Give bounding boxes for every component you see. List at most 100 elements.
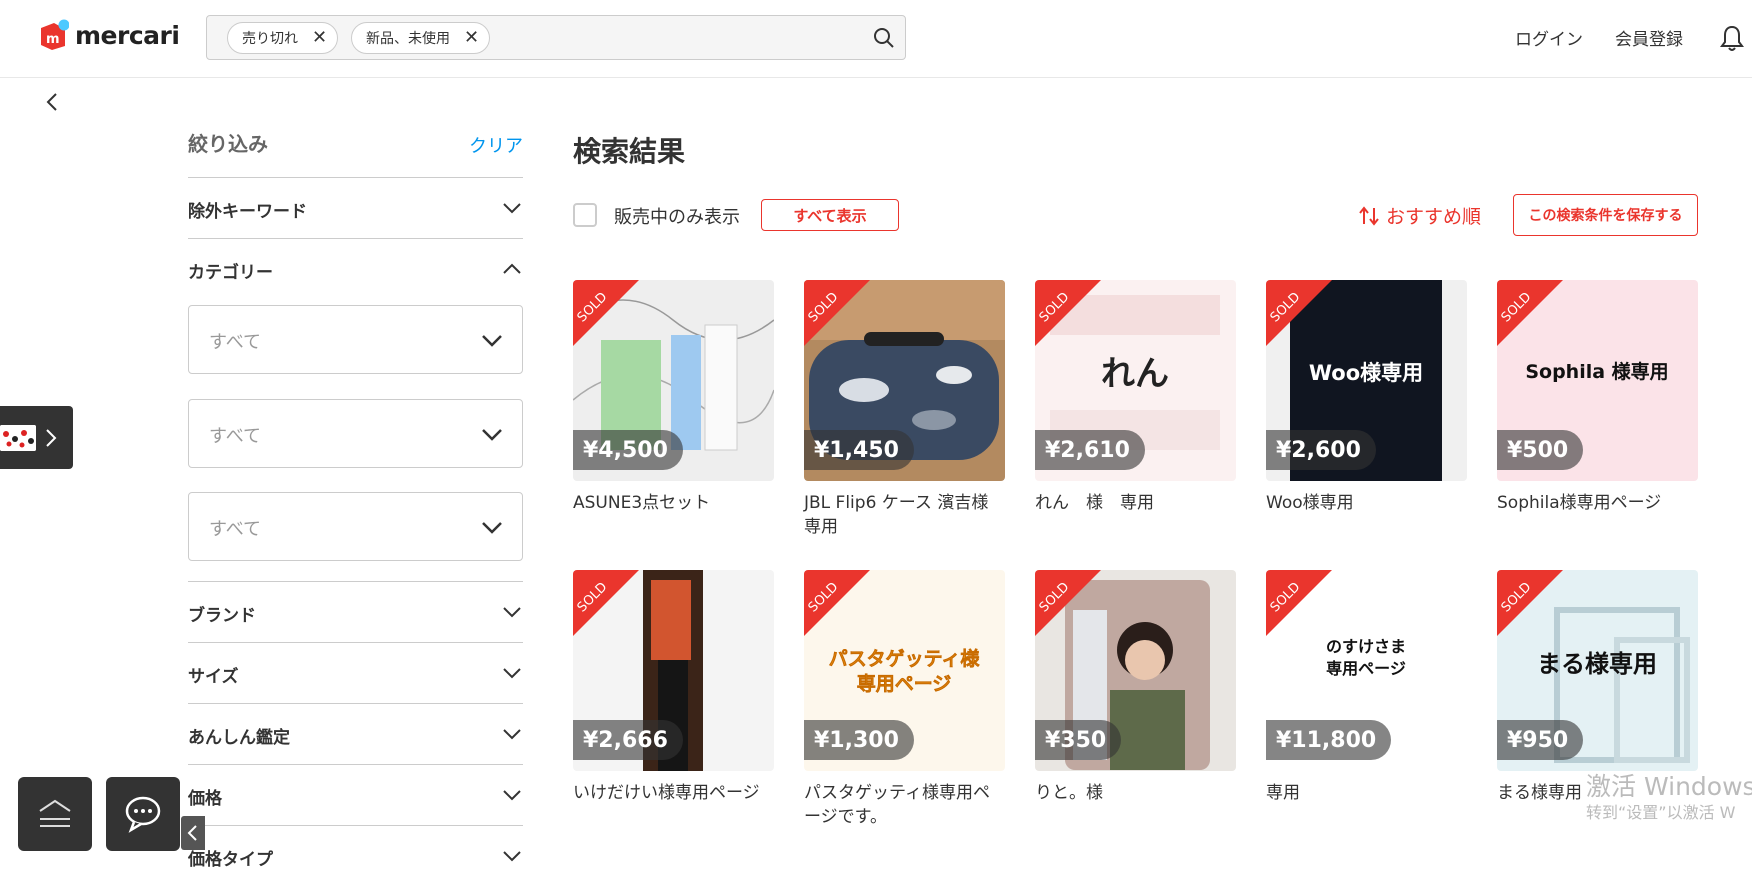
category-select-3[interactable]: すべて — [188, 492, 523, 561]
filter-label: 除外キーワード — [188, 202, 307, 222]
item-card[interactable]: のすけさま 専用ページ SOLD ¥11,800 専用 — [1266, 570, 1467, 805]
item-thumbnail[interactable]: SOLD ¥1,450 — [804, 280, 1005, 481]
svg-text:まる様専用: まる様専用 — [1537, 650, 1657, 678]
chevron-down-icon — [503, 203, 521, 214]
sort-label: おすすめ順 — [1386, 206, 1482, 228]
collapse-button[interactable] — [181, 816, 205, 850]
item-thumbnail[interactable]: パスタゲッティ様 専用ページ SOLD ¥1,300 — [804, 570, 1005, 771]
sold-badge: SOLD — [804, 280, 870, 346]
svg-text:専用ページ: 専用ページ — [857, 673, 952, 695]
item-title[interactable]: Woo様専用 — [1266, 491, 1467, 515]
item-card[interactable]: Sophila 様専用 SOLD ¥500 Sophila様専用ページ — [1497, 280, 1698, 515]
search-icon[interactable] — [873, 27, 895, 49]
select-value: すべて — [209, 519, 262, 540]
watermark-line1: 激活 Windows — [1586, 772, 1752, 801]
sold-badge: SOLD — [573, 570, 639, 636]
menu-icon — [39, 799, 71, 827]
svg-text:m: m — [46, 32, 60, 47]
scroll-top-button[interactable] — [18, 777, 92, 851]
search-chip-new[interactable]: 新品、未使用 ✕ — [351, 22, 491, 54]
item-title[interactable]: 専用 — [1266, 781, 1467, 805]
item-thumbnail[interactable]: SOLD ¥4,500 — [573, 280, 774, 481]
chevron-down-icon — [503, 790, 521, 801]
sold-badge: SOLD — [1035, 570, 1101, 636]
page-title: 検索結果 — [573, 135, 686, 168]
on-sale-only-label[interactable]: 販売中のみ表示 — [614, 203, 740, 229]
item-title[interactable]: ASUNE3点セット — [573, 491, 774, 515]
bell-icon[interactable] — [1719, 24, 1745, 52]
mercari-logo[interactable]: m mercari — [37, 19, 180, 52]
item-card[interactable]: まる様専用 SOLD ¥950 まる様専用 — [1497, 570, 1698, 805]
recently-viewed-tab[interactable] — [0, 406, 73, 469]
item-thumbnail[interactable]: のすけさま 専用ページ SOLD ¥11,800 — [1266, 570, 1467, 771]
on-sale-only-checkbox[interactable] — [573, 203, 597, 227]
item-price: ¥2,610 — [1035, 430, 1145, 470]
filter-label: ブランド — [188, 606, 256, 626]
item-title[interactable]: れん 様 専用 — [1035, 491, 1236, 515]
filter-category[interactable]: カテゴリー — [188, 238, 523, 299]
save-search-button[interactable]: この検索条件を保存する — [1513, 194, 1698, 236]
category-select-2[interactable]: すべて — [188, 399, 523, 468]
search-chip-sold-out[interactable]: 売り切れ ✕ — [227, 22, 339, 54]
item-card[interactable]: れん SOLD ¥2,610 れん 様 専用 — [1035, 280, 1236, 515]
sold-badge: SOLD — [1266, 570, 1332, 636]
item-price: ¥11,800 — [1266, 720, 1392, 760]
close-icon[interactable]: ✕ — [464, 29, 479, 47]
close-icon[interactable]: ✕ — [312, 29, 327, 47]
chevron-down-icon — [503, 607, 521, 618]
item-price: ¥1,450 — [804, 430, 914, 470]
chevron-down-icon — [503, 851, 521, 862]
item-card[interactable]: パスタゲッティ様 専用ページ SOLD ¥1,300 パスタゲッティ様専用ページです。 — [804, 570, 1005, 829]
show-all-button[interactable]: すべて表示 — [761, 199, 899, 231]
item-price: ¥1,300 — [804, 720, 914, 760]
item-title[interactable]: いけだけい様専用ページ — [573, 781, 774, 805]
item-title[interactable]: Sophila様専用ページ — [1497, 491, 1698, 515]
item-thumbnail[interactable]: Sophila 様専用 SOLD ¥500 — [1497, 280, 1698, 481]
sold-badge: SOLD — [1035, 280, 1101, 346]
filter-title: 絞り込み — [188, 132, 268, 156]
windows-activation-watermark: 激活 Windows 转到“设置”以激活 W — [1586, 772, 1752, 824]
sort-dropdown[interactable]: おすすめ順 — [1358, 202, 1481, 229]
svg-text:Sophila 様専用: Sophila 様専用 — [1525, 360, 1668, 383]
back-chevron-icon[interactable] — [44, 90, 62, 114]
item-card[interactable]: SOLD ¥350 りと。様 — [1035, 570, 1236, 805]
filter-brand[interactable]: ブランド — [188, 581, 523, 642]
chat-button[interactable] — [106, 777, 180, 851]
item-title[interactable]: パスタゲッティ様専用ページです。 — [804, 781, 1005, 829]
item-thumbnail[interactable]: まる様専用 SOLD ¥950 — [1497, 570, 1698, 771]
item-thumbnail[interactable]: Woo様専用 SOLD ¥2,600 — [1266, 280, 1467, 481]
search-bar[interactable]: 売り切れ ✕ 新品、未使用 ✕ — [206, 15, 906, 60]
filter-size[interactable]: サイズ — [188, 642, 523, 703]
item-price: ¥350 — [1035, 720, 1122, 760]
svg-text:Woo様専用: Woo様専用 — [1309, 361, 1423, 385]
item-thumbnail[interactable]: れん SOLD ¥2,610 — [1035, 280, 1236, 481]
chevron-right-icon — [46, 429, 57, 447]
site-header: m mercari 売り切れ ✕ 新品、未使用 ✕ ログイン 会員登録 — [0, 0, 1752, 78]
sort-icon — [1359, 205, 1379, 226]
sold-badge: SOLD — [1497, 570, 1563, 636]
item-title[interactable]: JBL Flip6 ケース 濱吉様専用 — [804, 491, 1005, 539]
filter-price[interactable]: 価格 — [188, 764, 523, 825]
item-thumbnail[interactable]: SOLD ¥350 — [1035, 570, 1236, 771]
item-price: ¥500 — [1497, 430, 1584, 470]
filter-authentication[interactable]: あんしん鑑定 — [188, 703, 523, 764]
item-title[interactable]: りと。様 — [1035, 781, 1236, 805]
chat-icon — [125, 796, 161, 833]
filter-exclude-keyword[interactable]: 除外キーワード — [188, 177, 523, 238]
item-thumbnail[interactable]: SOLD ¥2,666 — [573, 570, 774, 771]
filter-label: サイズ — [188, 667, 239, 687]
item-price: ¥4,500 — [573, 430, 683, 470]
chevron-up-icon — [503, 263, 521, 274]
filter-label: カテゴリー — [188, 263, 273, 283]
item-card[interactable]: SOLD ¥2,666 いけだけい様専用ページ — [573, 570, 774, 805]
chevron-down-icon — [482, 335, 502, 347]
login-link[interactable]: ログイン — [1515, 25, 1583, 50]
signup-link[interactable]: 会員登録 — [1615, 25, 1683, 50]
category-select-1[interactable]: すべて — [188, 305, 523, 374]
item-card[interactable]: SOLD ¥4,500 ASUNE3点セット — [573, 280, 774, 515]
item-price: ¥2,666 — [573, 720, 683, 760]
item-card[interactable]: Woo様専用 SOLD ¥2,600 Woo様専用 — [1266, 280, 1467, 515]
select-value: すべて — [209, 332, 262, 353]
clear-filters-link[interactable]: クリア — [469, 132, 523, 158]
item-card[interactable]: SOLD ¥1,450 JBL Flip6 ケース 濱吉様専用 — [804, 280, 1005, 539]
